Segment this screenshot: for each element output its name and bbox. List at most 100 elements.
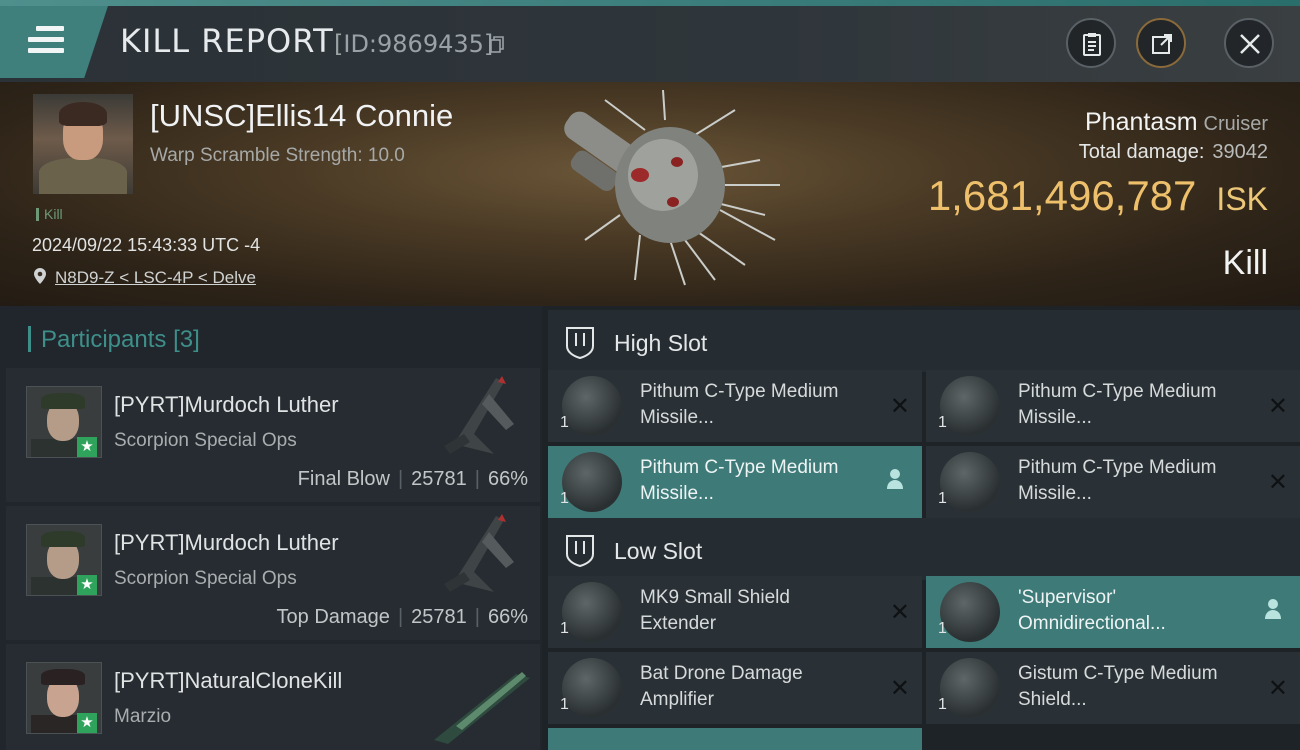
module-name: Pithum C-Type Medium Missile... xyxy=(640,457,839,504)
participant-row[interactable]: ★ [PYRT]Murdoch Luther Scorpion Special … xyxy=(6,368,540,502)
user-icon xyxy=(1265,599,1281,619)
close-icon xyxy=(1240,34,1260,54)
participant-ship-image xyxy=(444,376,514,454)
module-name: Pithum C-Type Medium Missile... xyxy=(1018,457,1217,504)
page-title: KILL REPORT xyxy=(120,22,334,60)
isk-value: 1,681,496,787 ISK xyxy=(928,172,1268,220)
omnidirectional-module-icon xyxy=(940,582,1000,642)
participants-title-label: Participants xyxy=(41,326,167,353)
module-item[interactable]: 1 MK9 Small Shield Extender ✕ xyxy=(548,576,922,648)
module-quantity: 1 xyxy=(560,620,569,637)
close-icon: ✕ xyxy=(889,599,910,626)
close-icon: ✕ xyxy=(889,675,910,702)
participant-role: Top Damage xyxy=(276,606,390,628)
participant-row[interactable]: ★ [PYRT]NaturalCloneKill Marzio xyxy=(6,644,540,750)
module-quantity: 1 xyxy=(938,490,947,507)
participants-count: [3] xyxy=(173,326,200,353)
top-accent-line xyxy=(0,0,1300,6)
clipboard-icon xyxy=(1083,33,1101,56)
location-link[interactable]: N8D9-Z < LSC-4P < Delve xyxy=(55,268,256,287)
participant-name: [PYRT]Murdoch Luther xyxy=(114,392,339,417)
low-slot-icon xyxy=(566,535,594,568)
module-quantity: 1 xyxy=(938,696,947,713)
result-label: Kill xyxy=(1222,244,1268,282)
user-icon xyxy=(887,469,903,489)
participant-ship: Scorpion Special Ops xyxy=(114,430,297,451)
location-pin-icon xyxy=(34,268,46,284)
module-item[interactable]: 1 Gistum C-Type Medium Shield... ✕ xyxy=(926,652,1300,724)
kill-tag-label: Kill xyxy=(44,206,63,222)
participant-ship: Scorpion Special Ops xyxy=(114,568,297,589)
kill-location[interactable]: N8D9-Z < LSC-4P < Delve xyxy=(33,267,256,288)
star-icon: ★ xyxy=(77,437,97,457)
participants-title: Participants [3] xyxy=(28,326,200,354)
victim-portrait[interactable] xyxy=(33,94,133,194)
participant-percent: 66% xyxy=(487,606,528,628)
participant-damage: 25781 xyxy=(411,606,467,628)
module-quantity: 1 xyxy=(560,490,569,507)
kill-tag: Kill xyxy=(36,206,63,222)
module-item[interactable]: 1 Pithum C-Type Medium Missile... ✕ xyxy=(548,370,922,442)
participant-percent: 66% xyxy=(487,468,528,490)
close-icon: ✕ xyxy=(1267,675,1288,702)
module-item[interactable]: 1 'Supervisor' Omnidirectional... xyxy=(926,576,1300,648)
close-button[interactable] xyxy=(1224,18,1274,68)
ship-name[interactable]: Phantasm Cruiser xyxy=(1085,108,1268,137)
warp-scramble-strength: Warp Scramble Strength: 10.0 xyxy=(150,145,405,166)
low-slot-label: Low Slot xyxy=(614,538,703,564)
star-icon: ★ xyxy=(77,575,97,595)
participant-stats: Final Blow | 25781 | 66% xyxy=(297,468,528,490)
module-name: Pithum C-Type Medium Missile... xyxy=(1018,381,1217,428)
ship-name-label: Phantasm xyxy=(1084,108,1198,136)
drone-amplifier-icon xyxy=(562,658,622,718)
module-quantity: 1 xyxy=(938,414,947,431)
close-icon: ✕ xyxy=(1267,469,1288,496)
copy-icon[interactable] xyxy=(490,36,504,54)
participant-ship-image xyxy=(444,514,514,592)
isk-unit: ISK xyxy=(1216,181,1268,217)
victim-name[interactable]: [UNSC]Ellis14 Connie xyxy=(150,98,453,134)
kill-timestamp: 2024/09/22 15:43:33 UTC -4 xyxy=(32,235,261,255)
ship-class: Cruiser xyxy=(1203,113,1268,135)
missile-launcher-icon xyxy=(940,376,1000,436)
module-item[interactable]: 1 Bat Drone Damage Amplifier ✕ xyxy=(548,652,922,724)
high-slot-icon xyxy=(566,327,594,360)
clipboard-button[interactable] xyxy=(1066,18,1116,68)
module-name: MK9 Small Shield Extender xyxy=(640,587,790,634)
shield-extender-icon xyxy=(562,582,622,642)
total-damage-value: 39042 xyxy=(1212,141,1268,163)
module-item[interactable]: 1 Pithum C-Type Medium Missile... ✕ xyxy=(926,370,1300,442)
close-icon: ✕ xyxy=(889,393,910,420)
total-damage: Total damage: 39042 xyxy=(1079,141,1268,164)
missile-launcher-icon xyxy=(940,452,1000,512)
participant-name: [PYRT]NaturalCloneKill xyxy=(114,668,343,693)
share-button[interactable] xyxy=(1136,18,1186,68)
missile-launcher-icon xyxy=(562,376,622,436)
module-item[interactable]: 1 Pithum C-Type Medium Missile... xyxy=(548,446,922,518)
isk-amount: 1,681,496,787 xyxy=(927,172,1197,219)
total-damage-label: Total damage: xyxy=(1078,141,1205,163)
module-item[interactable]: 1 Pithum C-Type Medium Missile... ✕ xyxy=(926,446,1300,518)
participant-stats: Top Damage | 25781 | 66% xyxy=(276,606,528,628)
module-name: Pithum C-Type Medium Missile... xyxy=(640,381,839,428)
participant-damage: 25781 xyxy=(411,468,467,490)
participant-role: Final Blow xyxy=(297,468,390,490)
close-icon: ✕ xyxy=(1267,393,1288,420)
module-name: 'Supervisor' Omnidirectional... xyxy=(1018,587,1166,634)
participant-ship: Marzio xyxy=(114,706,172,727)
module-quantity: 1 xyxy=(560,414,569,431)
high-slot-header: High Slot xyxy=(548,310,1300,372)
module-name: Bat Drone Damage Amplifier xyxy=(640,663,803,710)
module-name: Gistum C-Type Medium Shield... xyxy=(1018,663,1218,710)
low-slot-header: Low Slot xyxy=(548,518,1300,580)
victim-ship-image[interactable] xyxy=(545,90,785,290)
module-quantity: 1 xyxy=(560,696,569,713)
participant-row[interactable]: ★ [PYRT]Murdoch Luther Scorpion Special … xyxy=(6,506,540,640)
participant-name: [PYRT]Murdoch Luther xyxy=(114,530,339,555)
share-icon xyxy=(1152,34,1172,54)
report-id: [ID:9869435] xyxy=(334,30,494,58)
participant-ship-image xyxy=(434,672,530,744)
star-icon: ★ xyxy=(77,713,97,733)
hamburger-icon xyxy=(28,26,64,54)
module-item-partial[interactable] xyxy=(548,728,922,750)
